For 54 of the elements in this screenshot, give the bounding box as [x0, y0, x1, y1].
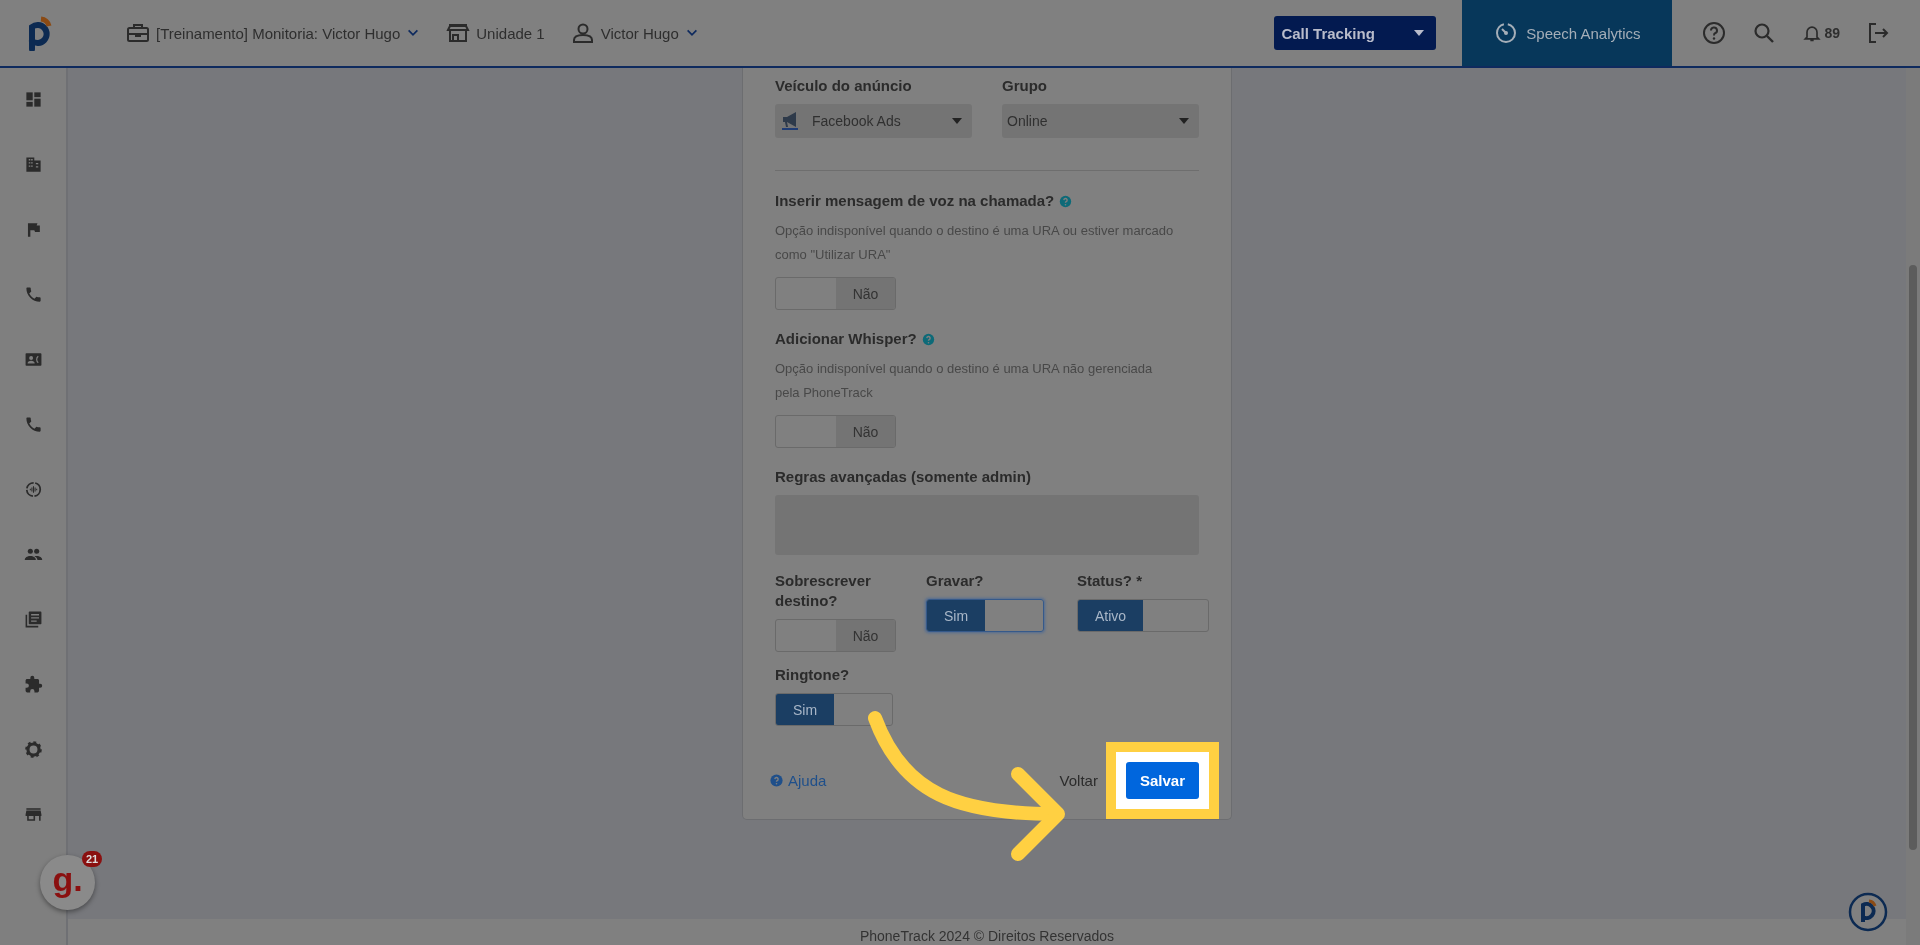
field-label: Inserir mensagem de voz na chamada?	[775, 191, 1055, 211]
list-icon[interactable]	[23, 610, 43, 629]
dropdown-field[interactable]: Online	[1002, 104, 1199, 138]
settings-icon[interactable]	[23, 740, 43, 759]
unit-selector[interactable]: Unidade 1	[446, 21, 545, 45]
field-label: Grupo	[1002, 76, 1047, 96]
bell-icon	[1802, 23, 1823, 43]
store-icon[interactable]	[23, 805, 43, 824]
field-label: Adicionar Whisper?	[775, 329, 917, 349]
speedometer-icon	[1494, 21, 1519, 45]
caret-down-icon	[952, 118, 962, 124]
help-link[interactable]: Ajuda	[770, 772, 827, 789]
toggle-switch[interactable]: Não	[775, 277, 897, 310]
phone-icon[interactable]	[23, 415, 43, 434]
logo-icon[interactable]	[1848, 892, 1888, 932]
dashboard-icon[interactable]	[23, 90, 43, 109]
help-icon[interactable]	[1702, 21, 1727, 45]
field-label: Sobrescrever destino?	[775, 571, 872, 611]
phone-icon[interactable]	[23, 285, 43, 304]
copyright-text: PhoneTrack 2024 © Direitos Reservados	[859, 928, 1115, 944]
field-label: Gravar?	[926, 571, 984, 591]
scrollbar-thumb[interactable]	[1909, 265, 1917, 850]
briefcase-icon	[126, 21, 150, 45]
product-dropdown[interactable]: Call Tracking	[1274, 16, 1437, 50]
count-badge: 21	[82, 851, 103, 867]
toggle-switch[interactable]: Não	[775, 619, 897, 652]
user-menu[interactable]: Victor Hugo	[570, 21, 699, 45]
building-icon[interactable]	[23, 155, 43, 174]
contact-card-icon[interactable]	[23, 350, 43, 369]
back-button[interactable]: Voltar	[1051, 772, 1106, 789]
field-label: Status? *	[1077, 571, 1142, 591]
user-icon	[570, 21, 595, 45]
help-icon	[770, 774, 783, 787]
save-button[interactable]: Salvar	[1125, 762, 1199, 799]
audio-circle-icon[interactable]	[23, 480, 43, 499]
field-label: Regras avançadas (somente admin)	[775, 467, 1031, 487]
field-label: Ringtone?	[775, 665, 850, 685]
caret-down-icon	[1179, 118, 1189, 124]
toggle-switch[interactable]: Ativo	[1077, 599, 1210, 632]
toggle-switch[interactable]: Sim	[775, 693, 894, 726]
logout-icon[interactable]	[1866, 21, 1890, 45]
field-label: Veículo do anúncio	[775, 76, 912, 96]
puzzle-icon[interactable]	[23, 675, 43, 694]
dropdown-field[interactable]: Facebook Ads	[775, 104, 972, 138]
toggle-switch[interactable]: Sim	[926, 599, 1045, 632]
toggle-switch[interactable]: Não	[775, 415, 897, 448]
scrollbar[interactable]	[1906, 68, 1920, 945]
help-text: Opção indisponível quando o destino é uma URA não gerenciada pela PhoneTrack	[775, 360, 1154, 402]
help-text: Opção indisponível quando o destino é uma URA ou estiver marcado como "Utilizar URA"	[775, 222, 1175, 264]
store-icon	[446, 21, 471, 45]
speech-analytics-tab[interactable]: Speech Analytics	[1462, 0, 1673, 66]
workspace-selector[interactable]: [Treinamento] Monitoria: Victor Hugo	[126, 21, 421, 45]
caret-down-icon	[1414, 30, 1425, 36]
notifications-button[interactable]: 89	[1802, 23, 1840, 43]
